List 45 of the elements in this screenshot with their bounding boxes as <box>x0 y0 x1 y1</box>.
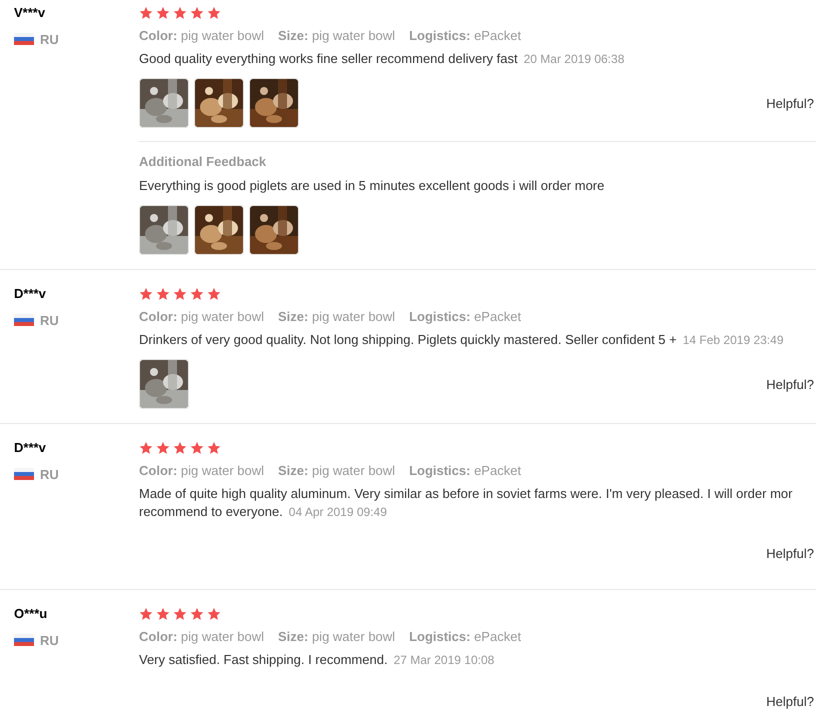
flag-icon <box>14 33 34 45</box>
reviewer-name: D***v <box>14 439 47 457</box>
helpful-link[interactable]: Helpful? <box>766 96 814 110</box>
product-attribute: Size: pig water bowl <box>278 28 396 42</box>
product-attribute: Size: pig water bowl <box>278 308 396 324</box>
product-attribute: Logistics: ePacket <box>409 462 522 478</box>
flag-icon <box>14 634 34 646</box>
helpful-link[interactable]: Helpful? <box>766 546 814 560</box>
product-attribute: Size: pig water bowl <box>278 462 396 478</box>
review-date: 04 Apr 2019 09:49 <box>288 505 387 519</box>
review-date: 20 Mar 2019 06:38 <box>524 52 624 66</box>
product-attribute: Logistics: ePacket <box>409 628 522 644</box>
additional-feedback-heading: Additional Feedback <box>139 153 268 171</box>
photo-thumbnail[interactable] <box>249 78 299 128</box>
product-attribute: Color: pig water bowl <box>139 28 264 42</box>
product-attribute: Logistics: ePacket <box>409 308 522 324</box>
flag-icon <box>14 468 34 480</box>
product-attribute: Logistics: ePacket <box>409 28 522 42</box>
review-text: Very satisfied. Fast shipping. I recommend. 27 Mar 2019 10:08 <box>139 651 496 669</box>
photo-thumbnail[interactable] <box>139 205 189 255</box>
country-code: RU <box>40 632 59 648</box>
reviewer-name: O***u <box>14 605 48 623</box>
flag-icon <box>14 314 34 326</box>
photo-thumbnail[interactable] <box>139 78 189 128</box>
reviewer-name: D***v <box>14 285 47 303</box>
review-date: 27 Mar 2019 10:08 <box>394 653 494 667</box>
product-attribute: Color: pig water bowl <box>139 308 264 324</box>
country-code: RU <box>40 466 59 482</box>
product-attribute: Color: pig water bowl <box>139 462 264 478</box>
country-code: RU <box>40 32 59 46</box>
review-text: Made of quite high quality aluminum. Very similar as before in soviet farms were. I'm very pleased. I will order mor recommend to everyone. 04 Apr 2019 09:49 <box>139 485 794 521</box>
product-attribute: Size: pig water bowl <box>278 628 396 644</box>
photo-thumbnail[interactable] <box>194 205 244 255</box>
country-code: RU <box>40 312 59 328</box>
review-text: Everything is good piglets are used in 5 minutes excellent goods i will order more <box>139 177 606 195</box>
helpful-link[interactable]: Helpful? <box>766 376 814 392</box>
reviewer-name: V***v <box>14 4 46 22</box>
review-text: Drinkers of very good quality. Not long shipping. Piglets quickly mastered. Seller confident 5 + 14 Feb 2019 23:49 <box>139 331 784 349</box>
helpful-link[interactable]: Helpful? <box>766 694 814 708</box>
photo-thumbnail[interactable] <box>139 359 189 409</box>
photo-thumbnail[interactable] <box>194 78 244 128</box>
photo-thumbnail[interactable] <box>249 205 299 255</box>
review-date: 14 Feb 2019 23:49 <box>682 333 784 347</box>
review-text: Good quality everything works fine seller recommend delivery fast 20 Mar 2019 06:38 <box>139 50 626 68</box>
product-attribute: Color: pig water bowl <box>139 628 264 644</box>
